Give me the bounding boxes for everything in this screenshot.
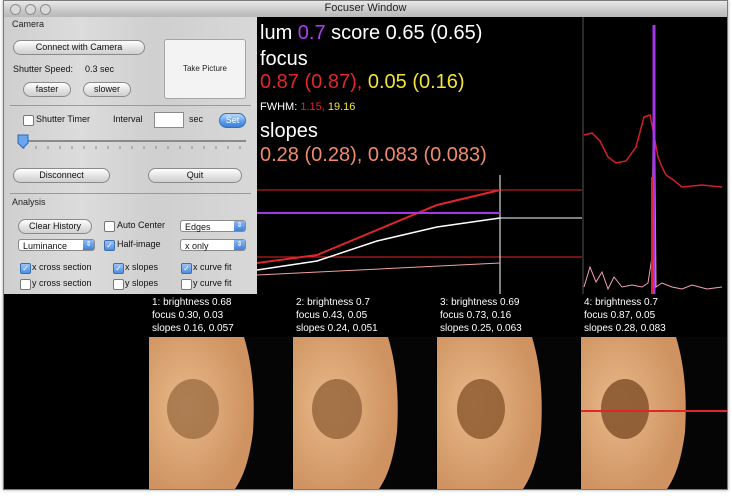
select-arrows-icon: ⇕: [234, 240, 245, 250]
capture-1-caption: 1: brightness 0.68 focus 0.30, 0.03 slop…: [152, 296, 234, 335]
shutter-timer-label: Shutter Timer: [36, 114, 91, 124]
lum-line: lum 0.7 score 0.65 (0.65): [260, 22, 482, 45]
capture-4-thumbnail[interactable]: [581, 337, 727, 489]
auto-center-label: Auto Center: [117, 220, 166, 230]
select-arrows-icon: ⇕: [234, 221, 245, 231]
capture-2-focus: focus 0.43, 0.05: [296, 310, 368, 321]
capture-4-focus: focus 0.87, 0.05: [584, 310, 656, 321]
half-image-label: Half-image: [117, 239, 161, 249]
capture-4-image: [581, 337, 727, 489]
y-cross-section-checkbox[interactable]: [20, 279, 31, 290]
interval-input[interactable]: [154, 112, 184, 128]
score-text: score 0.65 (0.65): [331, 22, 483, 44]
capture-1-focus: focus 0.30, 0.03: [152, 310, 224, 321]
y-cross-section-label: y cross section: [32, 278, 92, 288]
set-interval-button[interactable]: Set: [219, 113, 246, 128]
half-image-checkbox[interactable]: ✓: [104, 240, 115, 251]
empty-thumbnail: [6, 337, 147, 489]
capture-1-image: [149, 337, 254, 489]
capture-3-caption: 3: brightness 0.69 focus 0.73, 0.16 slop…: [440, 296, 522, 335]
slider-ticks: [23, 146, 241, 149]
interval-slider[interactable]: [14, 133, 250, 151]
capture-captions: 1: brightness 0.68 focus 0.30, 0.03 slop…: [4, 294, 727, 337]
focus-history-graph: [257, 175, 582, 294]
capture-2-brightness: 2: brightness 0.7: [296, 297, 370, 308]
luminance-select-value: Luminance: [23, 241, 68, 251]
capture-3-focus: focus 0.73, 0.16: [440, 310, 512, 321]
capture-1-slopes: slopes 0.16, 0.057: [152, 323, 234, 334]
shutter-speed-label: Shutter Speed:: [13, 64, 74, 74]
interval-unit-label: sec: [189, 114, 204, 124]
camera-section-label: Camera: [12, 19, 45, 29]
slopes-values: 0.28 (0.28), 0.083 (0.083): [260, 144, 487, 166]
faster-button[interactable]: faster: [23, 82, 71, 97]
fwhm-line: FWHM: 1.15, 19.16: [260, 101, 355, 113]
capture-3-slopes: slopes 0.25, 0.063: [440, 323, 522, 334]
slopes-heading: slopes: [260, 120, 318, 142]
y-slopes-label: y slopes: [125, 278, 159, 288]
capture-4-brightness: 4: brightness 0.7: [584, 297, 658, 308]
shutter-timer-checkbox[interactable]: [23, 115, 34, 126]
capture-1-thumbnail[interactable]: [149, 337, 292, 489]
x-slopes-label: x slopes: [125, 262, 159, 272]
focus-red-value: 0.87 (0.87),: [260, 71, 363, 93]
fwhm-label: FWHM:: [260, 101, 298, 113]
y-curve-fit-label: y curve fit: [193, 278, 232, 288]
clear-history-button[interactable]: Clear History: [18, 219, 92, 234]
window-title: Focuser Window: [324, 2, 407, 14]
connect-camera-button[interactable]: Connect with Camera: [13, 40, 145, 55]
interval-label: Interval: [113, 114, 143, 124]
lum-value: 0.7: [297, 22, 326, 44]
edges-select[interactable]: Edges ⇕: [180, 220, 246, 232]
capture-3-thumbnail[interactable]: [437, 337, 580, 489]
y-slopes-checkbox[interactable]: [113, 279, 124, 290]
capture-2-caption: 2: brightness 0.7 focus 0.43, 0.05 slope…: [296, 296, 378, 335]
analysis-section-label: Analysis: [12, 197, 46, 207]
slower-button[interactable]: slower: [83, 82, 131, 97]
focuser-window: Focuser Window Camera Connect with Camer…: [3, 0, 728, 490]
divider: [10, 105, 251, 106]
x-slopes-checkbox[interactable]: ✓: [113, 263, 124, 274]
axis-select[interactable]: x only ⇕: [180, 239, 246, 251]
capture-4-slopes: slopes 0.28, 0.083: [584, 323, 666, 334]
capture-thumbnails: [4, 337, 727, 489]
y-curve-fit-checkbox[interactable]: [181, 279, 192, 290]
x-cross-section-checkbox[interactable]: ✓: [20, 263, 31, 274]
x-curve-fit-label: x curve fit: [193, 262, 232, 272]
control-panel: Camera Connect with Camera Take Picture …: [4, 17, 257, 294]
quit-button[interactable]: Quit: [148, 168, 242, 183]
focus-yellow-value: 0.05 (0.16): [367, 71, 465, 93]
capture-4-caption: 4: brightness 0.7 focus 0.87, 0.05 slope…: [584, 296, 666, 335]
x-cross-section-label: x cross section: [32, 262, 92, 272]
x-curve-fit-checkbox[interactable]: ✓: [181, 263, 192, 274]
capture-2-thumbnail[interactable]: [293, 337, 436, 489]
fwhm-yellow-value: 19.16: [327, 101, 356, 113]
luminance-select[interactable]: Luminance ⇕: [18, 239, 95, 251]
title-bar[interactable]: Focuser Window: [4, 1, 727, 18]
axis-select-value: x only: [185, 241, 209, 251]
divider: [10, 193, 251, 194]
fwhm-red-value: 1.15,: [300, 101, 325, 113]
capture-3-brightness: 3: brightness 0.69: [440, 297, 520, 308]
capture-2-slopes: slopes 0.24, 0.051: [296, 323, 378, 334]
shutter-speed-value: 0.3 sec: [85, 64, 115, 74]
edges-select-value: Edges: [185, 222, 211, 232]
slider-thumb[interactable]: [17, 134, 29, 149]
focus-heading: focus: [260, 48, 308, 70]
disconnect-button[interactable]: Disconnect: [13, 168, 110, 183]
focus-values: 0.87 (0.87), 0.05 (0.16): [260, 71, 465, 94]
select-arrows-icon: ⇕: [83, 240, 94, 250]
capture-2-image: [293, 337, 398, 489]
cross-section-plot: [582, 17, 727, 294]
lum-label: lum: [260, 22, 293, 44]
auto-center-checkbox[interactable]: [104, 221, 115, 232]
focus-readout: lum 0.7 score 0.65 (0.65) focus 0.87 (0.…: [257, 17, 582, 175]
take-picture-button[interactable]: Take Picture: [164, 39, 246, 99]
capture-3-image: [437, 337, 542, 489]
capture-1-brightness: 1: brightness 0.68: [152, 297, 232, 308]
